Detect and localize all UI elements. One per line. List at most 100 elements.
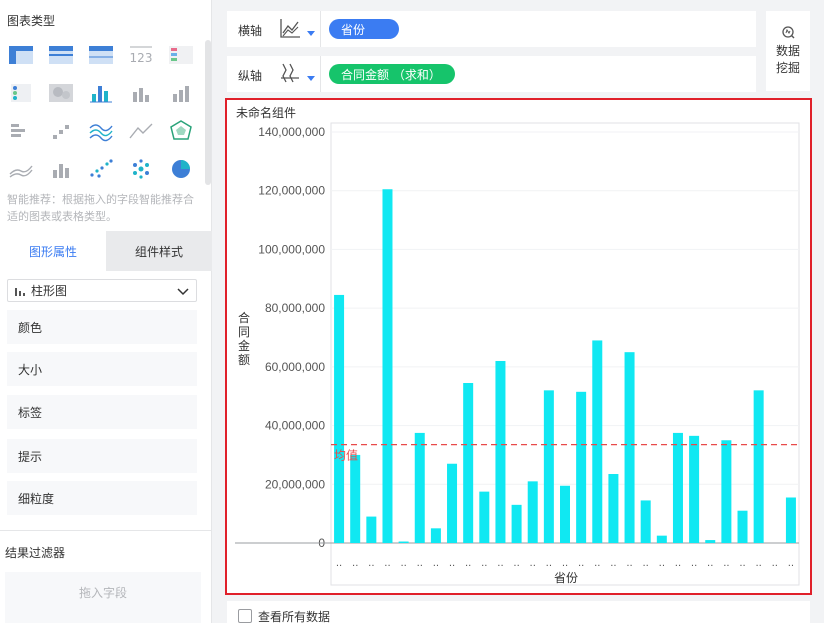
x-tick-label: ..: [675, 558, 681, 569]
bar: [527, 481, 538, 543]
x-tick-label: ..: [707, 558, 713, 569]
x-axis-row: 横轴 省份: [227, 11, 756, 47]
prop-color[interactable]: 颜色: [7, 310, 197, 344]
x-tick-label: ..: [643, 558, 649, 569]
indicator-card-icon[interactable]: [6, 80, 36, 106]
detail-table-icon[interactable]: [86, 42, 116, 68]
line-chart-axis-icon[interactable]: [279, 17, 301, 39]
bar: [624, 352, 635, 543]
column-chart-alt-icon[interactable]: [46, 156, 76, 182]
bar: [592, 340, 603, 543]
x-tick-label: ..: [546, 558, 552, 569]
x-tick-label: ..: [578, 558, 584, 569]
x-tick-label: ..: [336, 558, 342, 569]
sort-axis-icon[interactable]: [279, 62, 301, 84]
x-tick-label: ..: [562, 558, 568, 569]
colored-kpi-table-icon[interactable]: [166, 42, 196, 68]
bar: [350, 454, 361, 543]
bar: [689, 435, 700, 543]
x-tick-label: ..: [788, 558, 794, 569]
kpi-number-icon[interactable]: 123: [126, 42, 156, 68]
bar: [560, 485, 570, 543]
line-chart-icon[interactable]: [126, 118, 156, 144]
area-chart-icon[interactable]: [6, 156, 36, 182]
x-tick-label: ..: [497, 558, 503, 569]
prop-granularity[interactable]: 细粒度: [7, 481, 197, 515]
x-tick-label: ..: [610, 558, 616, 569]
filter-drop-zone[interactable]: 拖入字段: [5, 572, 201, 623]
x-tick-label: ..: [755, 558, 761, 569]
data-mining-label: 数据挖掘: [775, 44, 800, 75]
mean-line-label: 均值: [334, 448, 358, 463]
radar-chart-icon[interactable]: [166, 118, 196, 144]
column-chart-icon[interactable]: [86, 80, 116, 106]
bar: [414, 432, 425, 543]
chart-types-scrollbar[interactable]: [205, 40, 211, 185]
y-tick-label: 60,000,000: [265, 360, 325, 374]
scatter-plot-icon[interactable]: [86, 156, 116, 182]
bar: [656, 535, 667, 543]
pie-chart-icon[interactable]: [166, 156, 196, 182]
bubble-chart-icon[interactable]: [126, 156, 156, 182]
bar-chart-icon[interactable]: [6, 118, 36, 144]
prop-tooltip[interactable]: 提示: [7, 439, 197, 473]
x-tick-label: ..: [368, 558, 374, 569]
y-tick-label: 120,000,000: [258, 184, 325, 198]
scatter-column-icon[interactable]: [46, 118, 76, 144]
bar-chart: 140,000,000 120,000,000 100,000,000 80,000,…: [235, 122, 800, 586]
bar: [721, 440, 732, 543]
bar: [672, 432, 683, 543]
x-tick-label: ..: [739, 558, 745, 569]
bar: [447, 463, 458, 543]
bar: [737, 510, 748, 543]
bar: [479, 491, 490, 543]
multi-line-icon[interactable]: [86, 118, 116, 144]
heatmap-icon[interactable]: [46, 80, 76, 106]
x-tick-label: ..: [352, 558, 358, 569]
stacked-column-icon[interactable]: [126, 80, 156, 106]
grouped-table-icon[interactable]: [46, 42, 76, 68]
property-tabs: 图形属性 组件样式: [0, 231, 212, 271]
x-axis-dropdown-icon[interactable]: [307, 31, 315, 36]
x-tick-label: ..: [626, 558, 632, 569]
y-axis-title: 同: [238, 325, 250, 339]
column-chart-icon: [15, 287, 25, 296]
chart-type-grid: 123: [4, 38, 200, 184]
y-axis-dropdown-icon[interactable]: [307, 76, 315, 81]
x-tick-label: ..: [659, 558, 665, 569]
divider: [0, 530, 212, 531]
x-axis-field-pill[interactable]: 省份: [329, 19, 399, 39]
bar: [398, 541, 409, 543]
bar: [495, 360, 506, 543]
prop-size[interactable]: 大小: [7, 352, 197, 386]
chart-types-title: 图表类型: [7, 14, 56, 28]
x-tick-label: ..: [400, 558, 406, 569]
recommend-hint: 智能推荐：根据拖入的字段智能推荐合适的图表或表格类型。: [7, 193, 194, 223]
bar: [382, 189, 393, 543]
prop-label[interactable]: 标签: [7, 395, 197, 429]
bar: [430, 528, 441, 543]
chart-type-select[interactable]: 柱形图: [7, 279, 197, 302]
y-axis-title: 合: [238, 310, 250, 325]
x-tick-label: ..: [513, 558, 519, 569]
x-tick-label: ..: [481, 558, 487, 569]
percent-column-icon[interactable]: [166, 80, 196, 106]
bar: [334, 294, 345, 543]
x-tick-label: ..: [449, 558, 455, 569]
y-axis-title: 金: [238, 338, 250, 353]
divider: [320, 11, 321, 47]
tab-graph-attributes[interactable]: 图形属性: [0, 231, 106, 271]
bar: [576, 391, 587, 543]
result-filter-title: 结果过滤器: [5, 546, 66, 560]
y-axis-label: 纵轴: [238, 69, 263, 83]
show-all-checkbox[interactable]: [238, 609, 252, 623]
cross-table-icon[interactable]: [6, 42, 36, 68]
y-axis-field-pill[interactable]: 合同金额 （求和）: [329, 64, 455, 84]
divider: [320, 56, 321, 92]
data-mining-button[interactable]: 数据挖掘: [766, 11, 810, 91]
x-tick-label: ..: [530, 558, 536, 569]
x-axis-title: 省份: [554, 571, 578, 585]
y-tick-label: 140,000,000: [258, 125, 325, 139]
show-all-label[interactable]: 查看所有数据: [258, 608, 330, 623]
tab-component-style[interactable]: 组件样式: [106, 231, 212, 271]
